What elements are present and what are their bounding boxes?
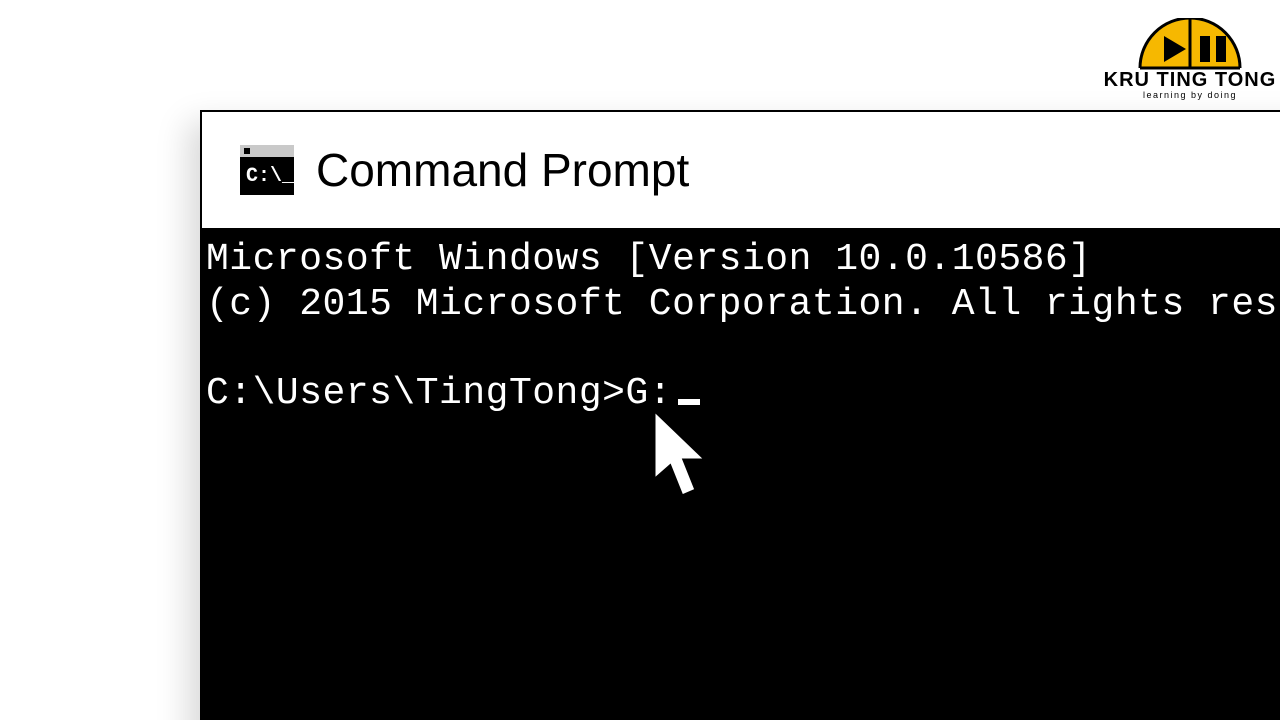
- terminal-prompt: C:\Users\TingTong>: [206, 372, 625, 415]
- svg-text:C:\_: C:\_: [246, 165, 294, 188]
- titlebar[interactable]: C:\_ Command Prompt: [202, 112, 1280, 230]
- logo-graphic: [1130, 18, 1250, 73]
- cmd-icon: C:\_: [240, 145, 294, 195]
- command-prompt-window: C:\_ Command Prompt Microsoft Windows [V…: [200, 110, 1280, 720]
- text-cursor: [678, 399, 700, 405]
- terminal-command: G:: [625, 372, 672, 415]
- terminal-line: Microsoft Windows [Version 10.0.10586]: [206, 238, 1092, 281]
- terminal-line: (c) 2015 Microsoft Corporation. All righ…: [206, 283, 1280, 326]
- channel-logo: KRU TING TONG learning by doing: [1100, 18, 1280, 100]
- terminal-output[interactable]: Microsoft Windows [Version 10.0.10586] (…: [202, 230, 1280, 720]
- window-title: Command Prompt: [316, 143, 689, 197]
